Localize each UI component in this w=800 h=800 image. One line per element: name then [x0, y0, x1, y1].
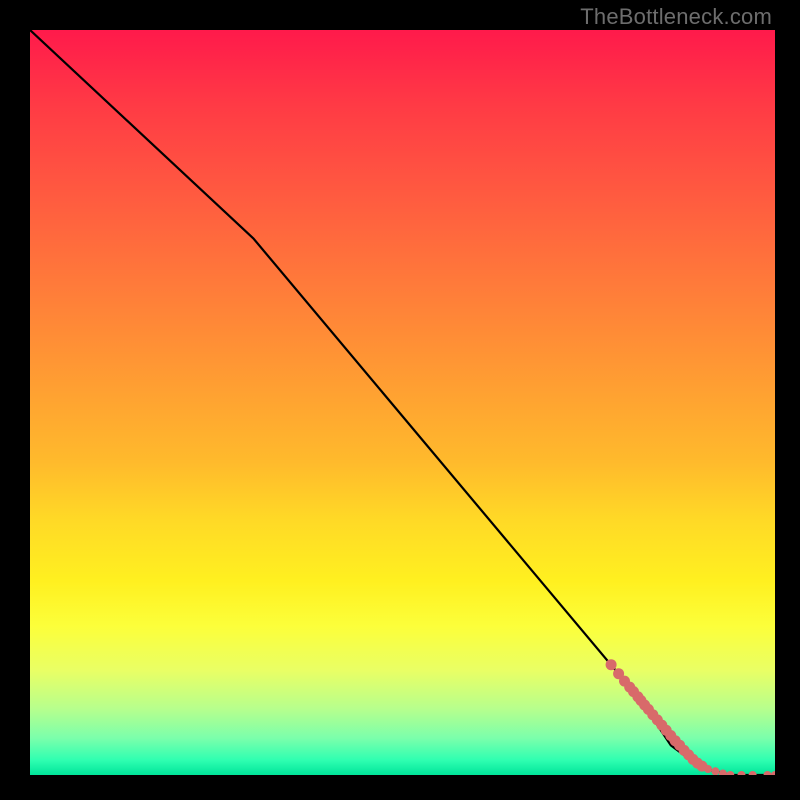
watermark-text: TheBottleneck.com [580, 4, 772, 30]
data-point [606, 659, 617, 670]
data-point [738, 771, 746, 775]
data-point [711, 767, 719, 775]
data-point [749, 771, 757, 775]
data-points-group [606, 659, 775, 775]
data-point [726, 771, 734, 775]
data-point [704, 765, 712, 773]
chart-overlay [30, 30, 775, 775]
chart-frame: TheBottleneck.com [0, 0, 800, 800]
data-point [719, 770, 727, 776]
data-point [764, 771, 772, 775]
curve-line [30, 30, 775, 775]
data-point [771, 771, 775, 775]
plot-area [30, 30, 775, 775]
